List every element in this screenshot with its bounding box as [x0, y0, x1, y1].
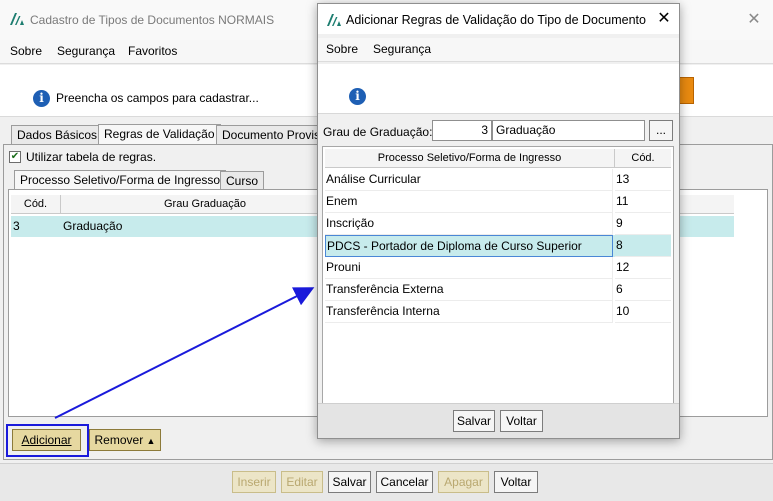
- table-row[interactable]: Inscrição 9: [325, 213, 671, 235]
- dialog-grid: Processo Seletivo/Forma de Ingresso Cód.…: [322, 146, 674, 408]
- cell-code: 11: [615, 191, 671, 213]
- lookup-button[interactable]: ...: [649, 120, 673, 141]
- app-logo-icon: [327, 14, 341, 26]
- cell-code: 9: [615, 213, 671, 235]
- cell-code: 8: [615, 235, 671, 257]
- menu-sobre-label: Sobre: [326, 42, 359, 56]
- cell-name: Enem: [325, 191, 613, 213]
- cell-name: Transferência Interna: [325, 301, 613, 323]
- table-row[interactable]: Transferência Externa 6: [325, 279, 671, 301]
- dialog-info-bar: i: [318, 64, 679, 114]
- menu-seguranca-label: Segurança: [373, 42, 432, 56]
- add-rules-dialog: Adicionar Regras de Validação do Tipo de…: [317, 3, 680, 439]
- grau-code-field[interactable]: 3: [432, 120, 492, 141]
- grau-label: Grau de Graduação:: [323, 125, 433, 139]
- cell-code: 6: [615, 279, 671, 301]
- cell-code: 10: [615, 301, 671, 323]
- save-button-label: Salvar: [456, 414, 491, 428]
- menu-sobre[interactable]: Sobre: [326, 42, 358, 56]
- bottom-toolbar: Inserir Editar Salvar Cancelar Apagar Vo…: [0, 463, 773, 501]
- delete-button-label: Apagar: [444, 475, 483, 489]
- dialog-title: Adicionar Regras de Validação do Tipo de…: [346, 13, 646, 27]
- back-button-label: Voltar: [500, 475, 532, 489]
- column-header-cod[interactable]: Cód.: [615, 149, 671, 168]
- grau-name-field[interactable]: Graduação: [492, 120, 645, 141]
- back-button[interactable]: Voltar: [494, 471, 538, 493]
- column-header-processo[interactable]: Processo Seletivo/Forma de Ingresso: [325, 149, 615, 168]
- insert-button-label: Inserir: [237, 475, 271, 489]
- cell-name: Prouni: [325, 257, 613, 279]
- delete-button[interactable]: Apagar: [438, 471, 489, 493]
- table-row[interactable]: Prouni 12: [325, 257, 671, 279]
- cell-code: 12: [615, 257, 671, 279]
- cancel-button-label: Cancelar: [380, 475, 429, 489]
- lookup-button-label: ...: [655, 123, 666, 137]
- save-button[interactable]: Salvar: [453, 410, 495, 432]
- cell-name: PDCS - Portador de Diploma de Curso Supe…: [325, 235, 613, 257]
- dialog-menubar: Sobre Segurança: [318, 38, 679, 62]
- back-button-label: Voltar: [506, 414, 537, 428]
- cancel-button[interactable]: Cancelar: [376, 471, 433, 493]
- close-icon[interactable]: ✕: [654, 9, 674, 29]
- menu-seguranca[interactable]: Segurança: [373, 42, 431, 56]
- dialog-titlebar: Adicionar Regras de Validação do Tipo de…: [318, 4, 679, 34]
- grau-code-value: 3: [481, 123, 488, 137]
- save-button-label: Salvar: [332, 475, 367, 489]
- back-button[interactable]: Voltar: [500, 410, 543, 432]
- cell-code: 13: [615, 169, 671, 191]
- table-row[interactable]: Análise Curricular 13: [325, 169, 671, 191]
- cell-name: Inscrição: [325, 213, 613, 235]
- info-icon: i: [349, 88, 366, 105]
- table-row[interactable]: Transferência Interna 10: [325, 301, 671, 323]
- grau-name-value: Graduação: [496, 123, 556, 137]
- cell-name: Análise Curricular: [325, 169, 613, 191]
- dialog-bottom-bar: Salvar Voltar: [318, 403, 679, 438]
- save-button[interactable]: Salvar: [328, 471, 371, 493]
- table-row-selected[interactable]: PDCS - Portador de Diploma de Curso Supe…: [325, 235, 671, 257]
- grid-header: Processo Seletivo/Forma de Ingresso Cód.: [325, 149, 671, 168]
- edit-button[interactable]: Editar: [281, 471, 323, 493]
- cell-name: Transferência Externa: [325, 279, 613, 301]
- edit-button-label: Editar: [286, 475, 318, 489]
- table-row[interactable]: Enem 11: [325, 191, 671, 213]
- insert-button[interactable]: Inserir: [232, 471, 276, 493]
